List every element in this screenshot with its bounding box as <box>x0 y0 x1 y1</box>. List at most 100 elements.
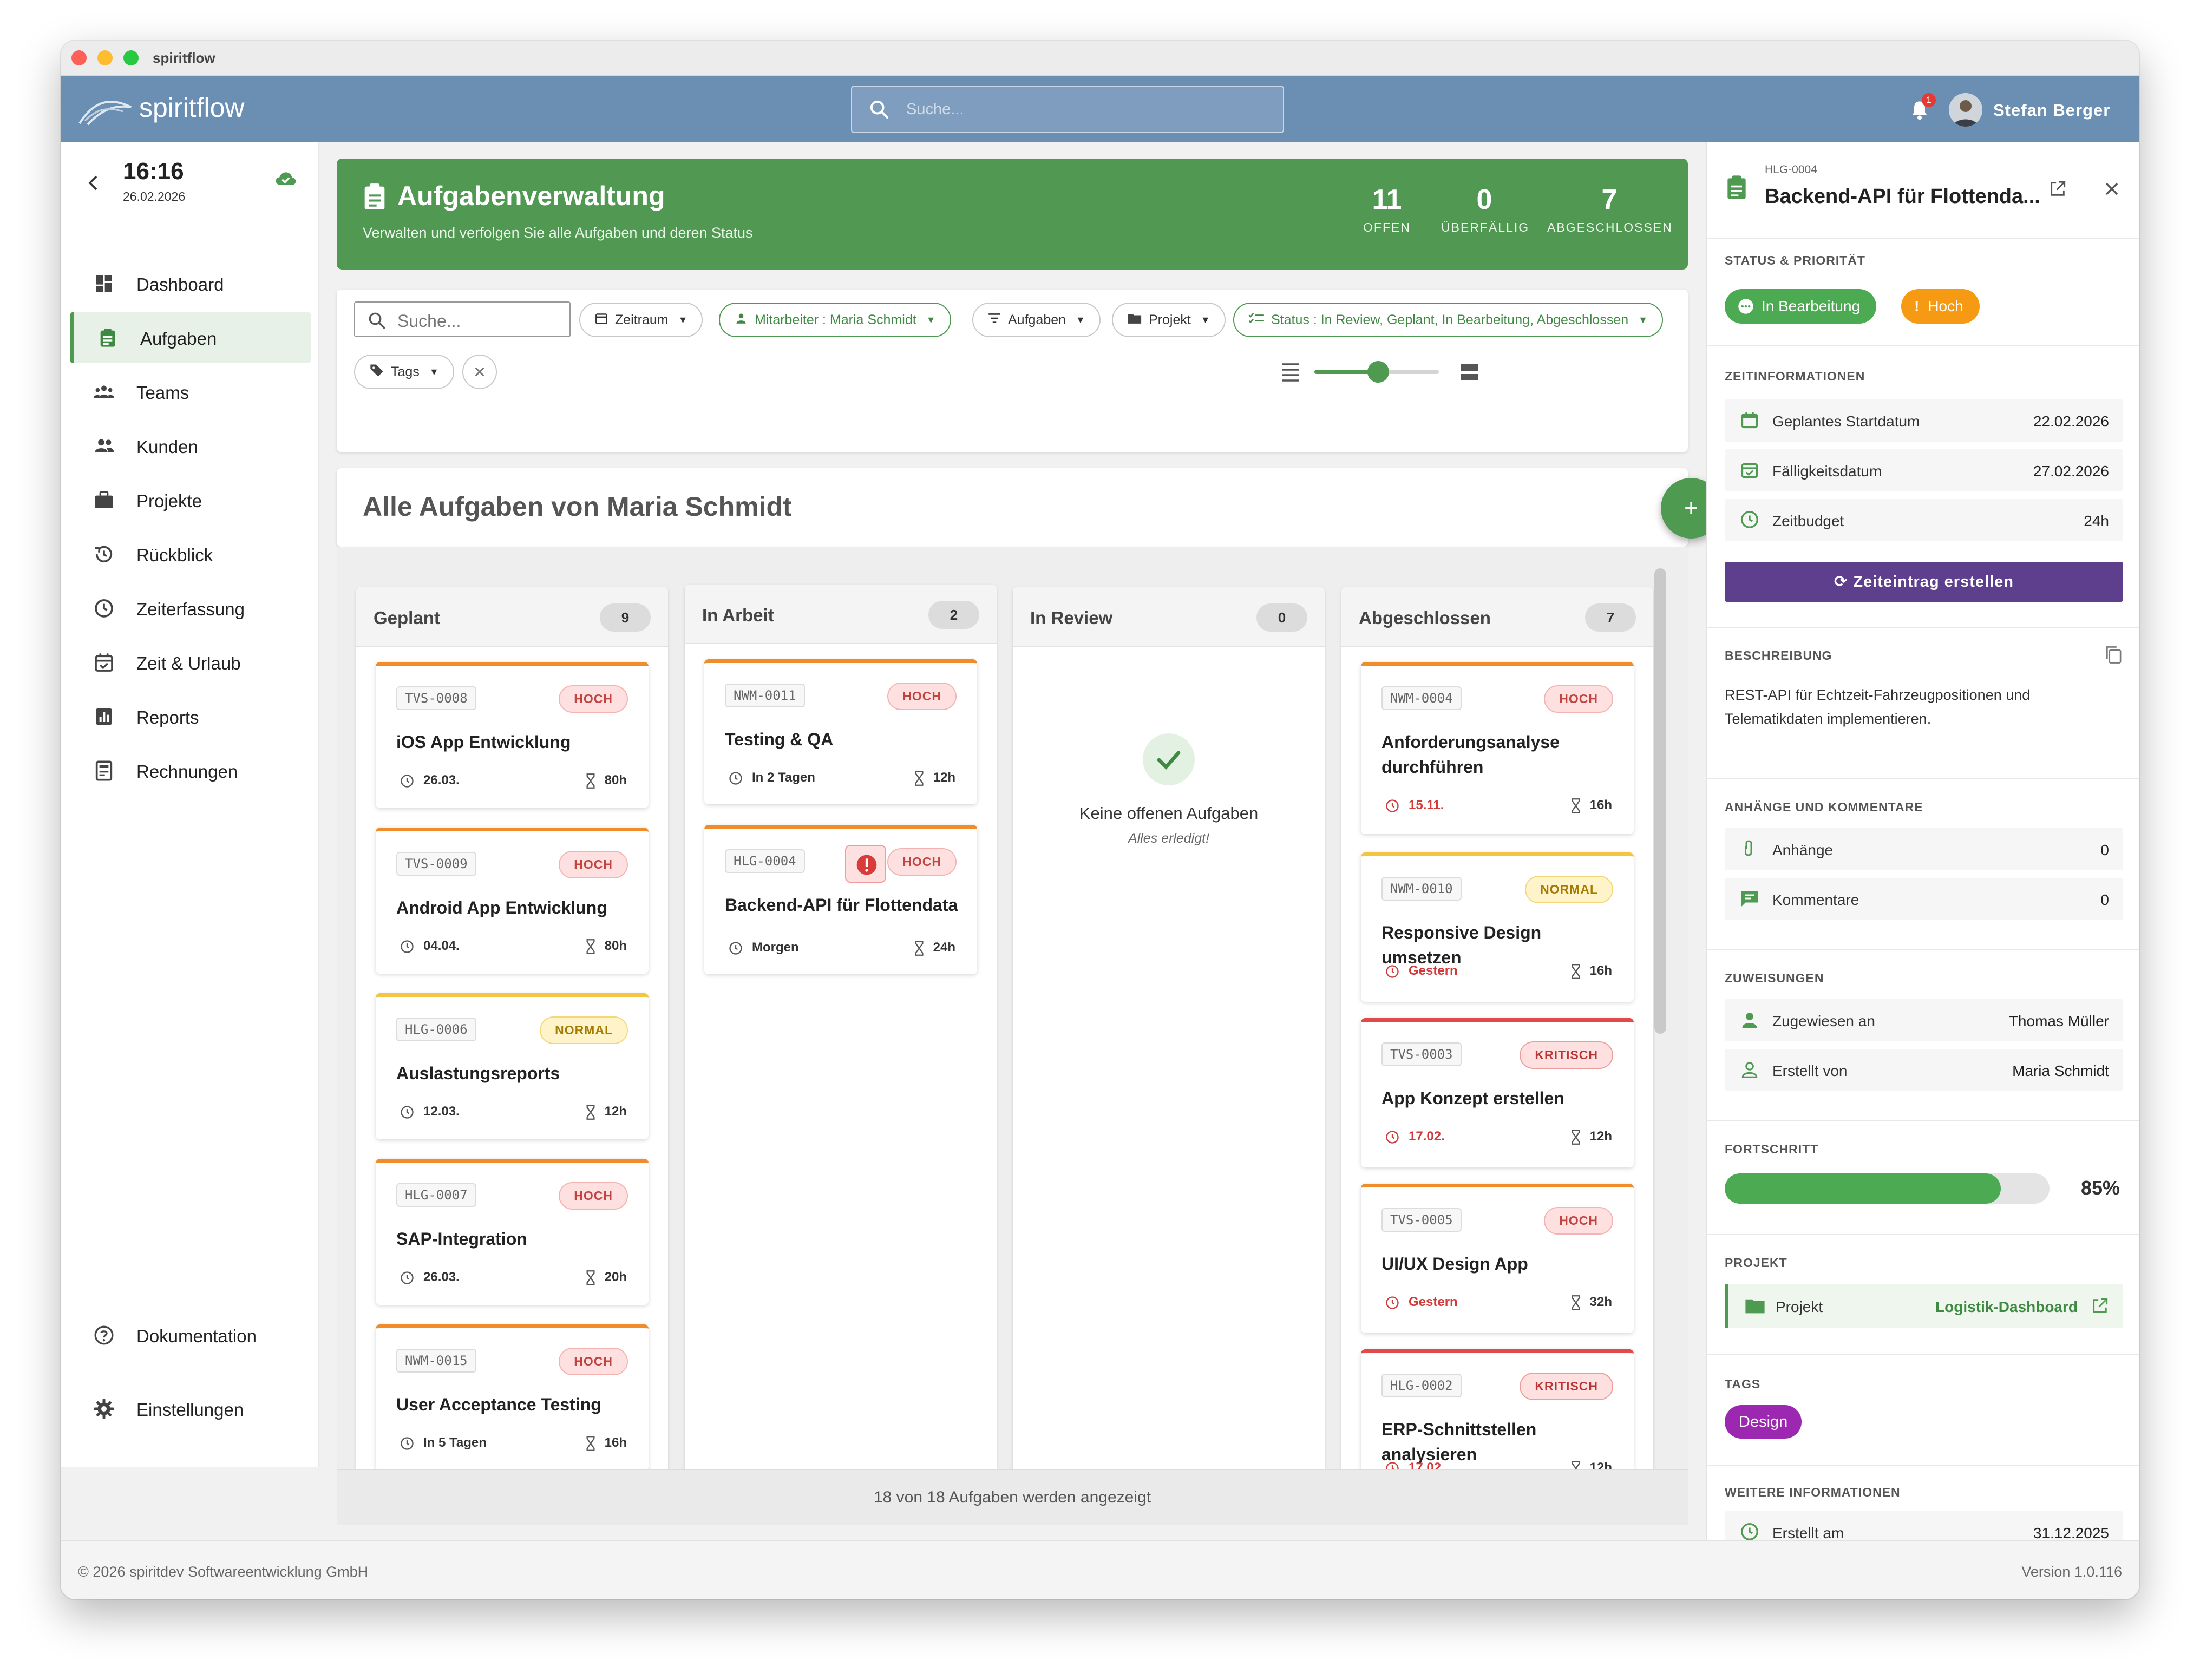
task-detail-panel: HLG-0004 Backend-API für Flottenda... ST… <box>1706 142 2139 1540</box>
task-hours: 12h <box>585 1104 627 1120</box>
close-window-button[interactable] <box>71 50 87 65</box>
priority-badge: HOCH <box>559 685 628 713</box>
filter-zeitraum[interactable]: Zeitraum ▼ <box>579 303 703 337</box>
filter-tags[interactable]: Tags ▼ <box>354 355 454 389</box>
sidebar-item-aufgaben[interactable]: Aufgaben <box>70 312 311 363</box>
clock-icon <box>729 941 742 955</box>
section-project-label: PROJEKT <box>1725 1256 1788 1270</box>
sidebar-item-kunden[interactable]: Kunden <box>70 421 311 471</box>
priority-pill[interactable]: ! Hoch <box>1901 289 1980 324</box>
calendar-check-icon <box>1741 463 1758 478</box>
task-id: TVS-0009 <box>396 852 476 876</box>
stat-offen: 11 OFFEN <box>1354 183 1419 235</box>
sidebar-item-zeiterfassung[interactable]: Zeiterfassung <box>70 583 311 634</box>
task-hours: 32h <box>1570 1295 1612 1310</box>
sidebar-item-rueckblick[interactable]: Rückblick <box>70 529 311 580</box>
task-card[interactable]: TVS-0009 HOCH Android App Entwicklung 04… <box>376 828 649 974</box>
user-avatar[interactable] <box>1949 93 1982 127</box>
app-name: spiritflow <box>139 93 245 123</box>
column-header: In Review 0 <box>1013 587 1325 647</box>
task-count-footer: 18 von 18 Aufgaben werden angezeigt <box>337 1469 1688 1525</box>
clock-icon <box>401 774 414 788</box>
task-id: HLG-0004 <box>725 849 805 873</box>
task-card[interactable]: TVS-0008 HOCH iOS App Entwicklung 26.03.… <box>376 662 649 808</box>
filter-mitarbeiter[interactable]: Mitarbeiter : Maria Schmidt ▼ <box>719 303 951 337</box>
filter-projekt[interactable]: Projekt ▼ <box>1112 303 1226 337</box>
chevron-left-icon[interactable] <box>88 175 99 191</box>
task-card[interactable]: NWM-0015 HOCH User Acceptance Testing In… <box>376 1324 649 1471</box>
task-card[interactable]: HLG-0006 NORMAL Auslastungsreports 12.03… <box>376 993 649 1139</box>
caret-down-icon: ▼ <box>678 314 688 325</box>
project-link[interactable]: Projekt Logistik-Dashboard <box>1725 1284 2123 1328</box>
sidebar-item-zeit-urlaub[interactable]: Zeit & Urlaub <box>70 637 311 688</box>
task-card[interactable]: NWM-0011 HOCH Testing & QA In 2 Tagen 12… <box>704 659 977 804</box>
task-card[interactable]: TVS-0005 HOCH UI/UX Design App Gestern 3… <box>1361 1184 1634 1333</box>
sidebar: 16:16 26.02.2026 Dashboard Aufgaben Team… <box>61 142 319 1467</box>
sidebar-item-dokumentation[interactable]: Dokumentation <box>70 1310 311 1361</box>
task-title: App Konzept erstellen <box>1381 1088 1564 1108</box>
task-hours-text: 32h <box>1589 1295 1612 1309</box>
task-due: In 5 Tagen <box>400 1435 487 1451</box>
row-comments[interactable]: Kommentare 0 <box>1725 878 2123 920</box>
filter-status[interactable]: Status : In Review, Geplant, In Bearbeit… <box>1233 303 1663 337</box>
global-search-input[interactable]: Suche... <box>851 86 1284 133</box>
filter-label: Status : In Review, Geplant, In Bearbeit… <box>1271 312 1629 327</box>
task-card[interactable]: NWM-0010 NORMAL Responsive Design umsetz… <box>1361 852 1634 1002</box>
sidebar-item-label: Projekte <box>136 491 202 511</box>
sidebar-item-teams[interactable]: Teams <box>70 366 311 417</box>
paperclip-icon <box>1745 840 1752 856</box>
user-name[interactable]: Stefan Berger <box>1993 101 2110 120</box>
task-card[interactable]: NWM-0004 HOCH Anforderungsanalyse durchf… <box>1361 662 1634 834</box>
clear-filters-button[interactable] <box>462 355 497 389</box>
task-due-text: 26.03. <box>423 773 460 788</box>
section-tags-label: TAGS <box>1725 1377 1761 1391</box>
task-title: Anforderungsanalyse durchführen <box>1381 732 1560 777</box>
sidebar-item-dashboard[interactable]: Dashboard <box>70 258 311 309</box>
open-external-icon[interactable] <box>2048 180 2067 198</box>
task-card[interactable]: HLG-0002 KRITISCH ERP-Schnittstellen ana… <box>1361 1349 1634 1486</box>
priority-badge: HOCH <box>1544 685 1613 713</box>
close-icon[interactable] <box>2104 181 2120 197</box>
gear-icon <box>94 1399 114 1419</box>
filter-lines-icon <box>987 312 1001 328</box>
sidebar-item-label: Zeit & Urlaub <box>136 653 241 673</box>
filter-label: Tags <box>391 364 420 379</box>
stat-label: ÜBERFÄLLIG <box>1441 220 1530 234</box>
sidebar-item-label: Einstellungen <box>136 1400 244 1420</box>
row-value: 0 <box>2100 891 2109 908</box>
density-slider[interactable] <box>1314 361 1439 383</box>
compact-density-icon[interactable] <box>1280 362 1301 382</box>
task-id: TVS-0003 <box>1381 1042 1462 1066</box>
status-pill[interactable]: In Bearbeitung <box>1725 289 1877 324</box>
task-card[interactable]: HLG-0004 HOCH Backend-API für Flottendat… <box>704 825 977 974</box>
filter-aufgaben[interactable]: Aufgaben ▼ <box>972 303 1101 337</box>
maximize-window-button[interactable] <box>123 50 139 65</box>
sidebar-item-einstellungen[interactable]: Einstellungen <box>70 1383 311 1434</box>
notifications-button[interactable]: 1 <box>1909 93 1936 125</box>
task-hours-text: 12h <box>604 1104 627 1119</box>
create-time-entry-button[interactable]: ⟳ Zeiteintrag erstellen <box>1725 562 2123 602</box>
sidebar-item-projekte[interactable]: Projekte <box>70 475 311 526</box>
priority-badge: HOCH <box>559 851 628 878</box>
task-due-text: 17.02. <box>1409 1129 1445 1144</box>
section-assignments-label: ZUWEISUNGEN <box>1725 971 1824 985</box>
task-due: 12.03. <box>400 1104 460 1120</box>
sidebar-item-reports[interactable]: Reports <box>70 691 311 742</box>
board-scrollbar[interactable] <box>1654 568 1666 1034</box>
task-title: ERP-Schnittstellen analysieren <box>1381 1420 1537 1464</box>
tag-design[interactable]: Design <box>1725 1405 1802 1439</box>
caret-down-icon: ▼ <box>1200 314 1210 325</box>
row-label: Zeitbudget <box>1772 513 1844 529</box>
row-attachments[interactable]: Anhänge 0 <box>1725 828 2123 870</box>
task-id: TVS-0008 <box>396 686 476 710</box>
copy-icon[interactable] <box>2105 645 2122 665</box>
task-card[interactable]: TVS-0003 KRITISCH App Konzept erstellen … <box>1361 1018 1634 1167</box>
sidebar-item-rechnungen[interactable]: Rechnungen <box>70 745 311 796</box>
task-title: Testing & QA <box>725 730 834 749</box>
task-search-input[interactable]: Suche... <box>354 301 571 337</box>
minimize-window-button[interactable] <box>97 50 113 65</box>
filter-bar: Suche... Zeitraum ▼ Mitarbeiter : Maria … <box>337 290 1946 452</box>
comfortable-density-icon[interactable] <box>1458 361 1480 383</box>
density-slider-thumb[interactable] <box>1367 361 1389 383</box>
task-card[interactable]: HLG-0007 HOCH SAP-Integration 26.03. 20h <box>376 1159 649 1305</box>
